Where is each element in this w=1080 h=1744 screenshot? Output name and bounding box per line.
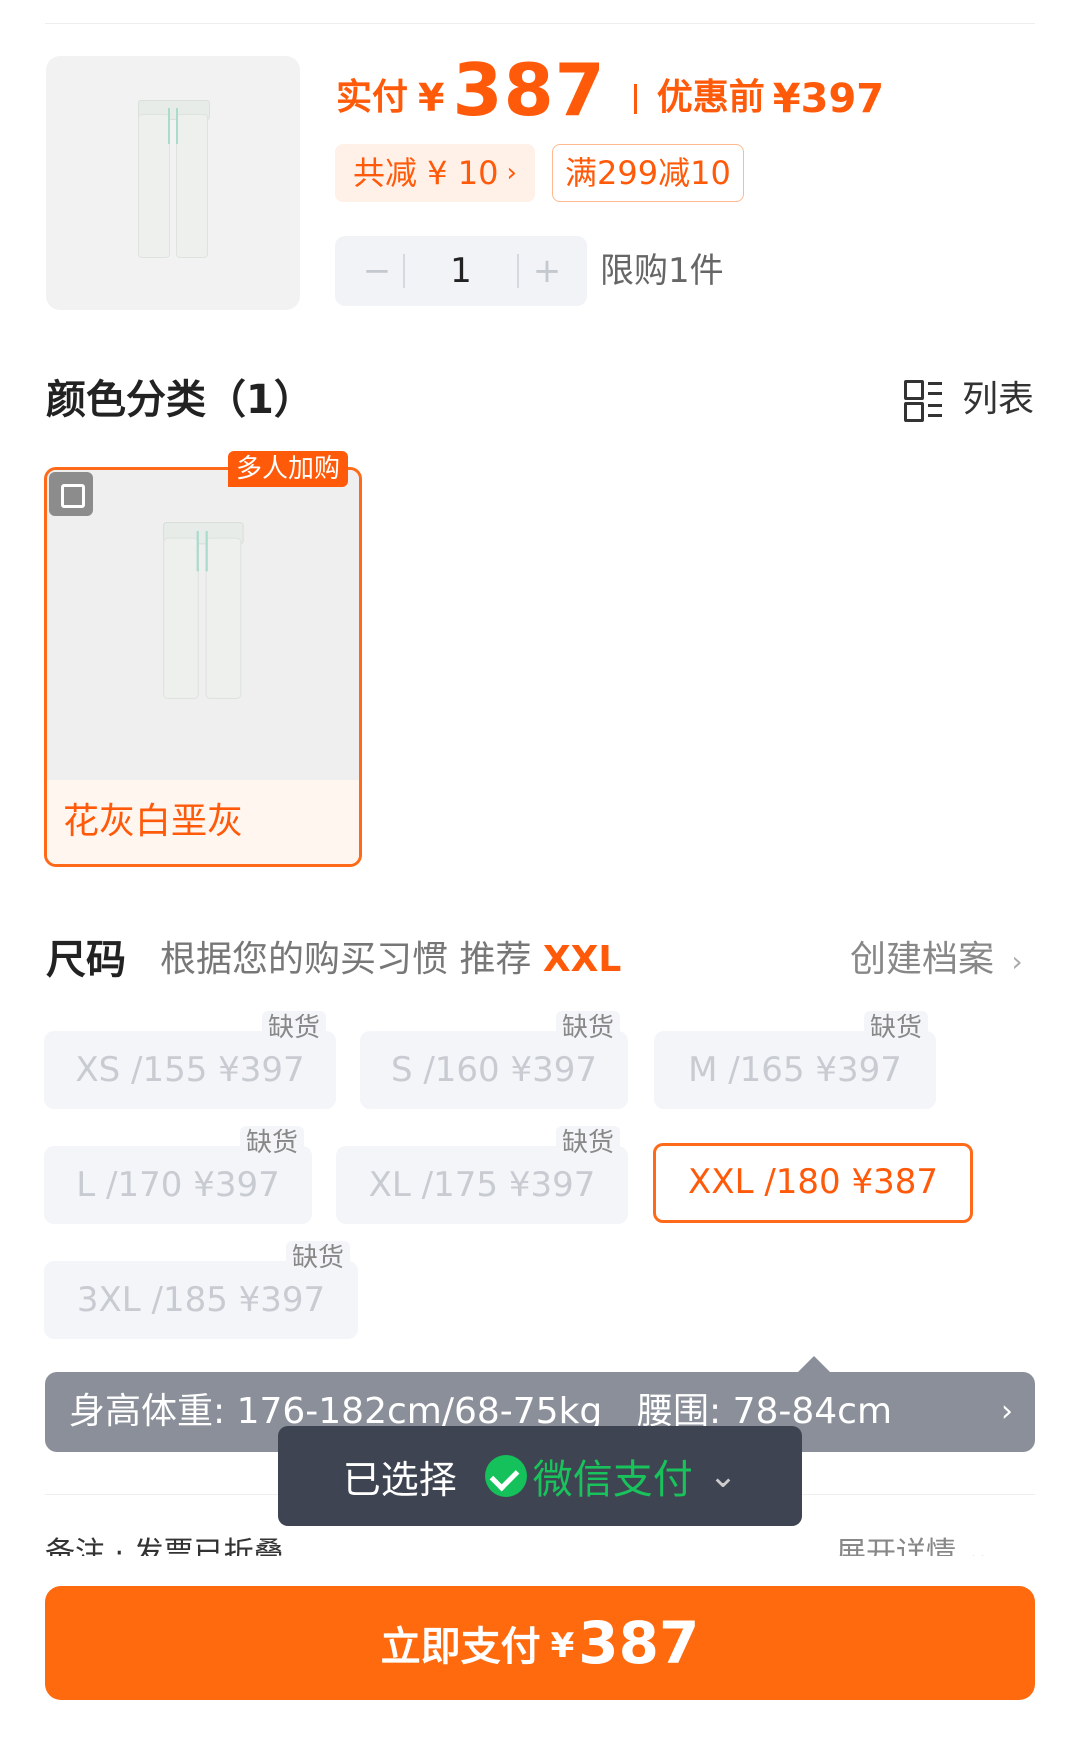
- price-row: 实付 ¥ 387 优惠前 ¥397: [336, 48, 885, 132]
- out-of-stock-badge: 缺货: [864, 1011, 929, 1045]
- out-of-stock-badge: 缺货: [556, 1011, 621, 1045]
- total-discount-tag[interactable]: 共减 ¥ 10 ›: [335, 144, 535, 202]
- decrease-button[interactable]: −: [357, 246, 397, 296]
- expand-image-icon[interactable]: [49, 472, 93, 516]
- toast-prefix: 已选择: [342, 1457, 457, 1502]
- list-view-toggle[interactable]: 列表: [904, 378, 1034, 422]
- expand-details-link[interactable]: 展开详情 ⌄: [836, 1534, 991, 1556]
- chevron-down-icon: ⌄: [708, 1456, 738, 1496]
- list-view-icon: [904, 380, 944, 422]
- stepper-divider: [403, 254, 405, 288]
- quantity-value[interactable]: 1: [407, 246, 515, 296]
- out-of-stock-badge: 缺货: [240, 1126, 305, 1160]
- chevron-right-icon: ›: [506, 158, 517, 188]
- out-of-stock-badge: 缺货: [286, 1241, 351, 1275]
- popular-badge: 多人加购: [228, 451, 349, 487]
- increase-button[interactable]: +: [527, 246, 567, 296]
- coupon-tag: 满299减10: [552, 144, 744, 202]
- color-option-image: [47, 470, 359, 780]
- pay-now-button[interactable]: 立即支付 ¥ 387: [45, 1586, 1035, 1700]
- pay-currency: ¥: [550, 1626, 575, 1666]
- out-of-stock-badge: 缺货: [262, 1011, 327, 1045]
- chevron-right-icon: ›: [1011, 945, 1023, 978]
- create-profile-label: 创建档案: [850, 939, 995, 980]
- create-profile-link[interactable]: 创建档案 ›: [850, 934, 1023, 988]
- color-option-label: 花灰白垩灰: [47, 780, 359, 864]
- size-recommendation: 根据您的购买习惯 推荐 XXL: [160, 934, 621, 986]
- paid-label: 实付: [336, 77, 409, 118]
- purchase-limit: 限购1件: [600, 251, 724, 291]
- currency-symbol: ¥: [418, 76, 445, 120]
- chevron-right-icon: ›: [1001, 1394, 1013, 1429]
- size-hint-text: 根据您的购买习惯 推荐: [160, 939, 532, 980]
- quantity-stepper: − 1 +: [335, 236, 587, 306]
- pre-discount-price: ¥397: [772, 76, 885, 122]
- total-discount-text: 共减 ¥ 10: [353, 154, 499, 192]
- size-section-title: 尺码: [46, 937, 126, 983]
- remark-invoice-row[interactable]: 备注 · 发票已折叠: [45, 1534, 284, 1556]
- color-section-title: 颜色分类（1）: [46, 377, 314, 423]
- pre-discount-label: 优惠前: [656, 77, 765, 118]
- pay-amount: 387: [578, 1609, 700, 1677]
- recommended-size: XXL: [542, 939, 622, 980]
- payment-method-toast[interactable]: 已选择 微信支付 ⌄: [278, 1426, 802, 1526]
- size-option-xxl[interactable]: XXL /180 ¥387: [653, 1143, 973, 1223]
- top-divider: [45, 23, 1035, 24]
- color-option-card[interactable]: 花灰白垩灰: [44, 467, 362, 867]
- wechat-pay-icon: [484, 1455, 527, 1497]
- stepper-divider: [517, 254, 519, 288]
- list-view-label: 列表: [962, 379, 1035, 420]
- tooltip-arrow: [798, 1356, 830, 1372]
- price-separator: [633, 84, 637, 114]
- payment-method-label: 微信支付: [532, 1457, 693, 1503]
- paid-price: 387: [452, 48, 606, 132]
- pay-now-label: 立即支付: [380, 1624, 541, 1670]
- out-of-stock-badge: 缺货: [556, 1126, 621, 1160]
- product-thumbnail[interactable]: [46, 56, 300, 310]
